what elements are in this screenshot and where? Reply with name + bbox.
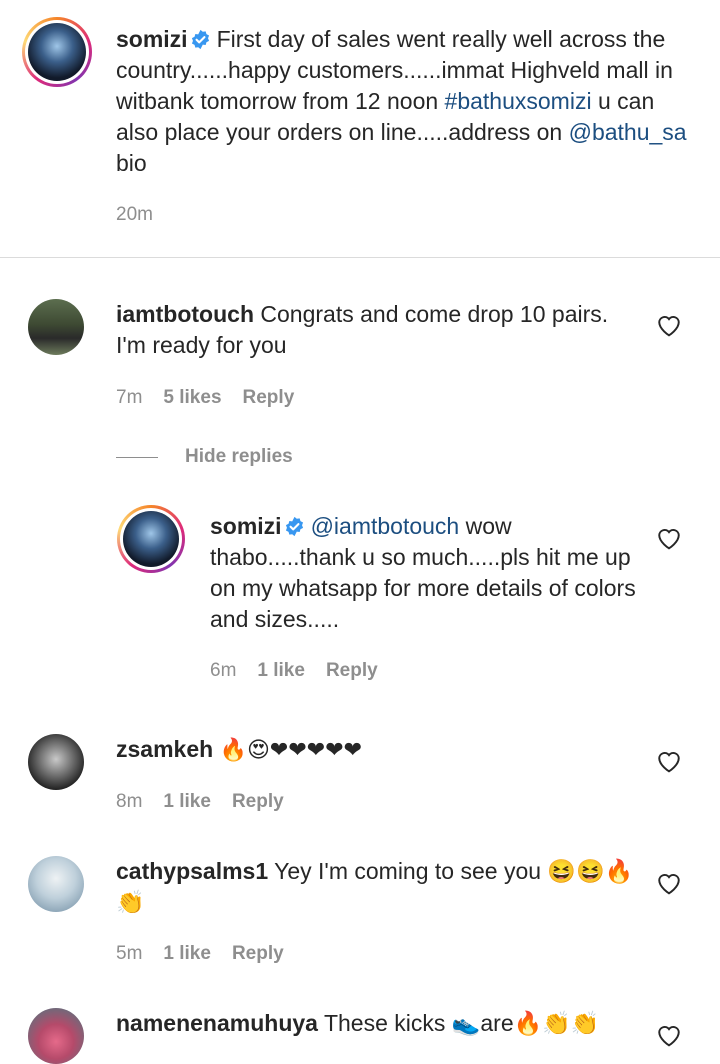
caption-mention[interactable]: @bathu_sa: [569, 119, 687, 145]
reply-button[interactable]: Reply: [243, 387, 295, 409]
reply-avatar: [123, 511, 179, 567]
caption-divider: [0, 257, 720, 258]
comment-avatar[interactable]: [28, 1008, 84, 1064]
hide-replies-label: Hide replies: [185, 446, 293, 467]
comment-username[interactable]: cathypsalms1: [116, 858, 268, 884]
comment-3: cathypsalms1 Yey I'm coming to see you 😆…: [116, 856, 636, 918]
caption-hashtag[interactable]: #bathuxsomizi: [445, 88, 592, 114]
caption-username[interactable]: somizi: [116, 26, 188, 52]
caption-text-part3: bio: [116, 150, 147, 176]
reply-button[interactable]: Reply: [326, 660, 378, 682]
reply-likes[interactable]: 1 like: [257, 660, 305, 682]
comment-meta: 8m 1 like Reply: [116, 791, 284, 813]
comment-text: 🔥😍❤❤❤❤❤: [219, 738, 363, 763]
caption: somizi First day of sales went really wel…: [116, 24, 696, 179]
verified-badge-icon: [191, 29, 209, 50]
comment-username[interactable]: zsamkeh: [116, 736, 213, 762]
comment-time: 5m: [116, 943, 143, 964]
hide-replies-button[interactable]: Hide replies: [185, 446, 293, 468]
comment-avatar[interactable]: [28, 856, 84, 912]
reply-button[interactable]: Reply: [232, 943, 284, 965]
reply-button[interactable]: Reply: [232, 791, 284, 813]
caption-avatar: [28, 23, 86, 81]
comment-username[interactable]: iamtbotouch: [116, 301, 254, 327]
comment-4: namenenamuhuya These kicks 👟are🔥👏👏: [116, 1008, 636, 1064]
comment-likes[interactable]: 1 like: [163, 791, 211, 813]
reply-mention[interactable]: @iamtbotouch: [311, 513, 460, 539]
comment-likes[interactable]: 5 likes: [163, 387, 221, 409]
comment-avatar[interactable]: [28, 299, 84, 355]
comment-2: zsamkeh 🔥😍❤❤❤❤❤: [116, 734, 636, 766]
comment-username[interactable]: namenenamuhuya: [116, 1010, 318, 1036]
hide-replies-line: [116, 457, 158, 458]
comment-text: These kicks 👟are🔥👏👏: [323, 1010, 600, 1036]
reply-meta: 6m 1 like Reply: [210, 660, 378, 682]
comment-1: iamtbotouch Congrats and come drop 10 pa…: [116, 299, 636, 361]
reply-avatar-ring[interactable]: [117, 505, 185, 573]
like-heart-icon[interactable]: [656, 871, 682, 895]
caption-avatar-ring[interactable]: [22, 17, 92, 87]
verified-badge-icon: [285, 516, 303, 537]
comment-meta: 7m 5 likes Reply: [116, 387, 294, 409]
reply-time: 6m: [210, 660, 237, 681]
comment-meta: 5m 1 like Reply: [116, 943, 284, 965]
caption-meta: 20m: [116, 204, 153, 226]
reply-username[interactable]: somizi: [210, 513, 282, 539]
like-heart-icon[interactable]: [656, 526, 682, 550]
like-heart-icon[interactable]: [656, 1023, 682, 1047]
like-heart-icon[interactable]: [656, 313, 682, 337]
caption-time: 20m: [116, 204, 153, 225]
comment-likes[interactable]: 1 like: [163, 943, 211, 965]
comment-time: 7m: [116, 387, 143, 408]
reply-comment: somizi @iamtbotouch wow thabo.....thank u…: [210, 511, 640, 635]
like-heart-icon[interactable]: [656, 749, 682, 773]
comment-time: 8m: [116, 791, 143, 812]
comment-avatar[interactable]: [28, 734, 84, 790]
